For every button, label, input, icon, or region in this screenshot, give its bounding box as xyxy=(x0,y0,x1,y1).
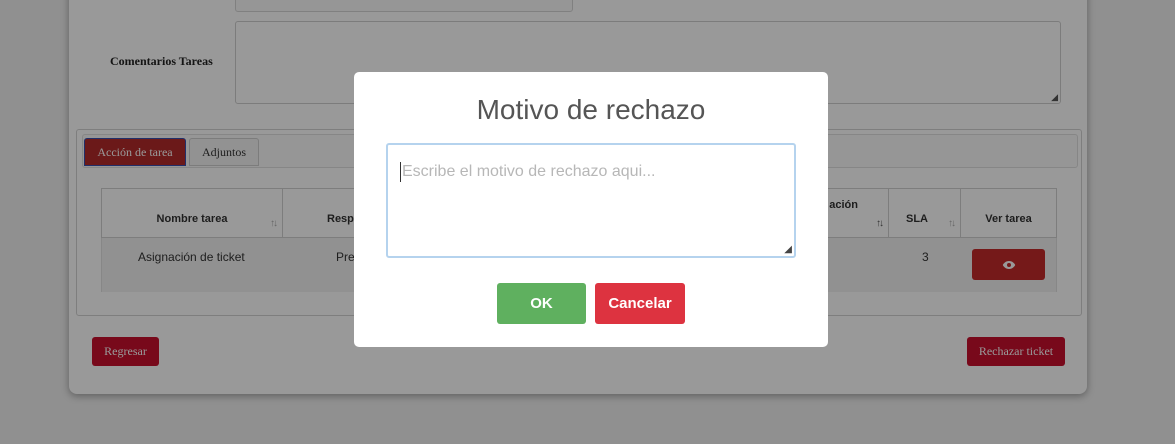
reject-reason-textarea[interactable]: Escribe el motivo de rechazo aqui... ◢ xyxy=(386,143,796,258)
resize-grip-icon[interactable]: ◢ xyxy=(784,245,792,255)
text-caret xyxy=(400,162,401,182)
ok-button[interactable]: OK xyxy=(497,283,586,324)
cancel-button[interactable]: Cancelar xyxy=(595,283,685,324)
dialog-title: Motivo de rechazo xyxy=(476,94,706,125)
reject-reason-dialog: Motivo de rechazo Escribe el motivo de r… xyxy=(354,72,828,347)
textarea-placeholder: Escribe el motivo de rechazo aqui... xyxy=(402,163,656,180)
